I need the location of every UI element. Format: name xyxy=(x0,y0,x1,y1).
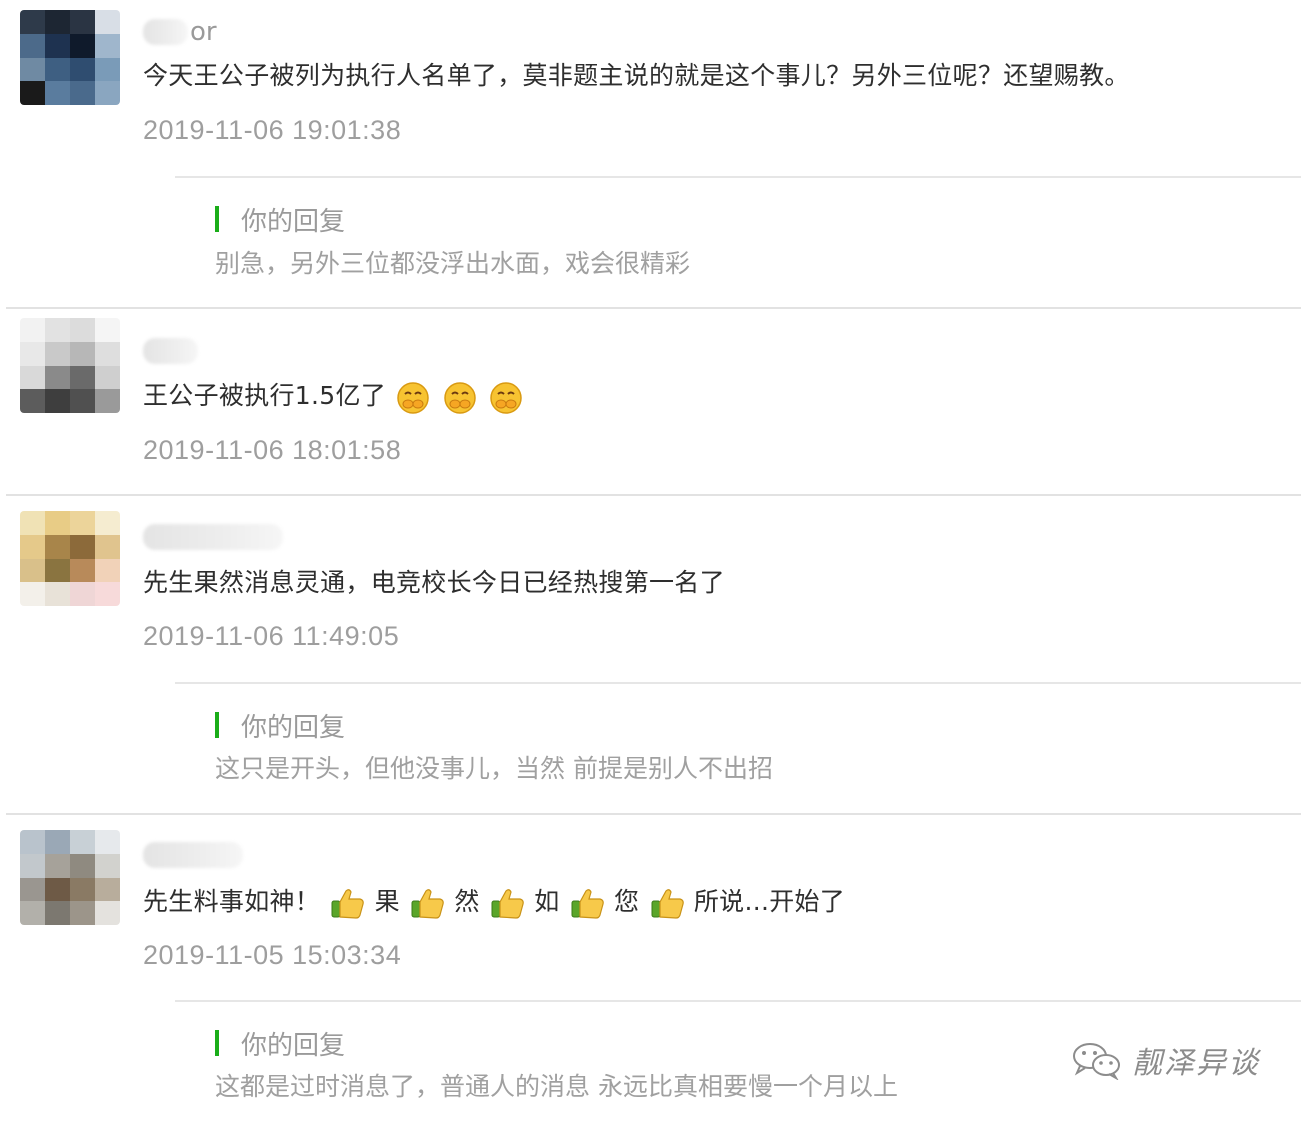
comment-time: 2019-11-06 19:01:38 xyxy=(143,115,402,145)
nickname-tail: or xyxy=(190,17,217,47)
avatar[interactable] xyxy=(20,511,120,606)
thumbs-up-emoji-icon xyxy=(571,889,604,919)
reply-divider xyxy=(175,176,1301,178)
comment-text: 先生果然消息灵通，电竞校长今日已经热搜第一名了 xyxy=(143,568,725,597)
reply-indicator-bar xyxy=(215,206,219,232)
comment-text: 先生料事如神！ 果 然 如 您 所说...开始了 xyxy=(143,884,845,920)
watermark: 靓泽异谈 xyxy=(1068,1038,1260,1082)
blurred-nickname xyxy=(143,19,188,45)
thumbs-up-emoji-icon xyxy=(331,889,365,919)
comment-text: 今天王公子被列为执行人名单了，莫非题主说的就是这个事儿？另外三位呢？还望赐教。 xyxy=(143,61,1130,90)
comment-separator xyxy=(6,813,1301,815)
nickname[interactable] xyxy=(143,336,200,366)
reply-indicator-bar xyxy=(215,1030,219,1056)
nickname[interactable] xyxy=(143,840,245,870)
reply-label: 你的回复 xyxy=(215,710,345,743)
reply-divider xyxy=(175,682,1301,684)
reply-label: 你的回复 xyxy=(215,204,345,237)
thumbs-up-emoji-icon xyxy=(491,889,524,919)
comment-separator xyxy=(6,307,1301,309)
blurred-nickname xyxy=(143,842,243,868)
nickname[interactable]: or xyxy=(143,17,217,47)
wechat-icon xyxy=(1073,1043,1120,1080)
avatar[interactable] xyxy=(20,10,120,105)
watermark-text: 靓泽异谈 xyxy=(1132,1046,1260,1081)
reply-text: 这只是开头，但他没事儿，当然 前提是别人不出招 xyxy=(215,754,773,783)
blurred-nickname xyxy=(143,524,283,550)
blurred-nickname xyxy=(143,338,198,364)
comment-time: 2019-11-05 15:03:34 xyxy=(143,940,402,970)
nickname[interactable] xyxy=(143,522,285,552)
comment-separator xyxy=(6,494,1301,496)
reply-label: 你的回复 xyxy=(215,1028,345,1061)
thumbs-up-emoji-icon xyxy=(651,889,684,919)
comment-time: 2019-11-06 11:49:05 xyxy=(143,621,400,651)
avatar[interactable] xyxy=(20,318,120,413)
thumbs-up-emoji-icon xyxy=(411,889,444,919)
comment-time: 2019-11-06 18:01:58 xyxy=(143,435,402,465)
cover-mouth-emoji-icon xyxy=(443,382,476,414)
avatar[interactable] xyxy=(20,830,120,925)
comment-text: 王公子被执行1.5亿了 xyxy=(143,378,525,415)
reply-text: 这都是过时消息了，普通人的消息 永远比真相要慢一个月以上 xyxy=(215,1072,898,1101)
reply-indicator-bar xyxy=(215,712,219,738)
reply-text: 别急，另外三位都没浮出水面，戏会很精彩 xyxy=(215,249,691,278)
cover-mouth-emoji-icon xyxy=(490,382,522,414)
reply-divider xyxy=(175,1000,1301,1002)
cover-mouth-emoji-icon xyxy=(397,382,430,414)
